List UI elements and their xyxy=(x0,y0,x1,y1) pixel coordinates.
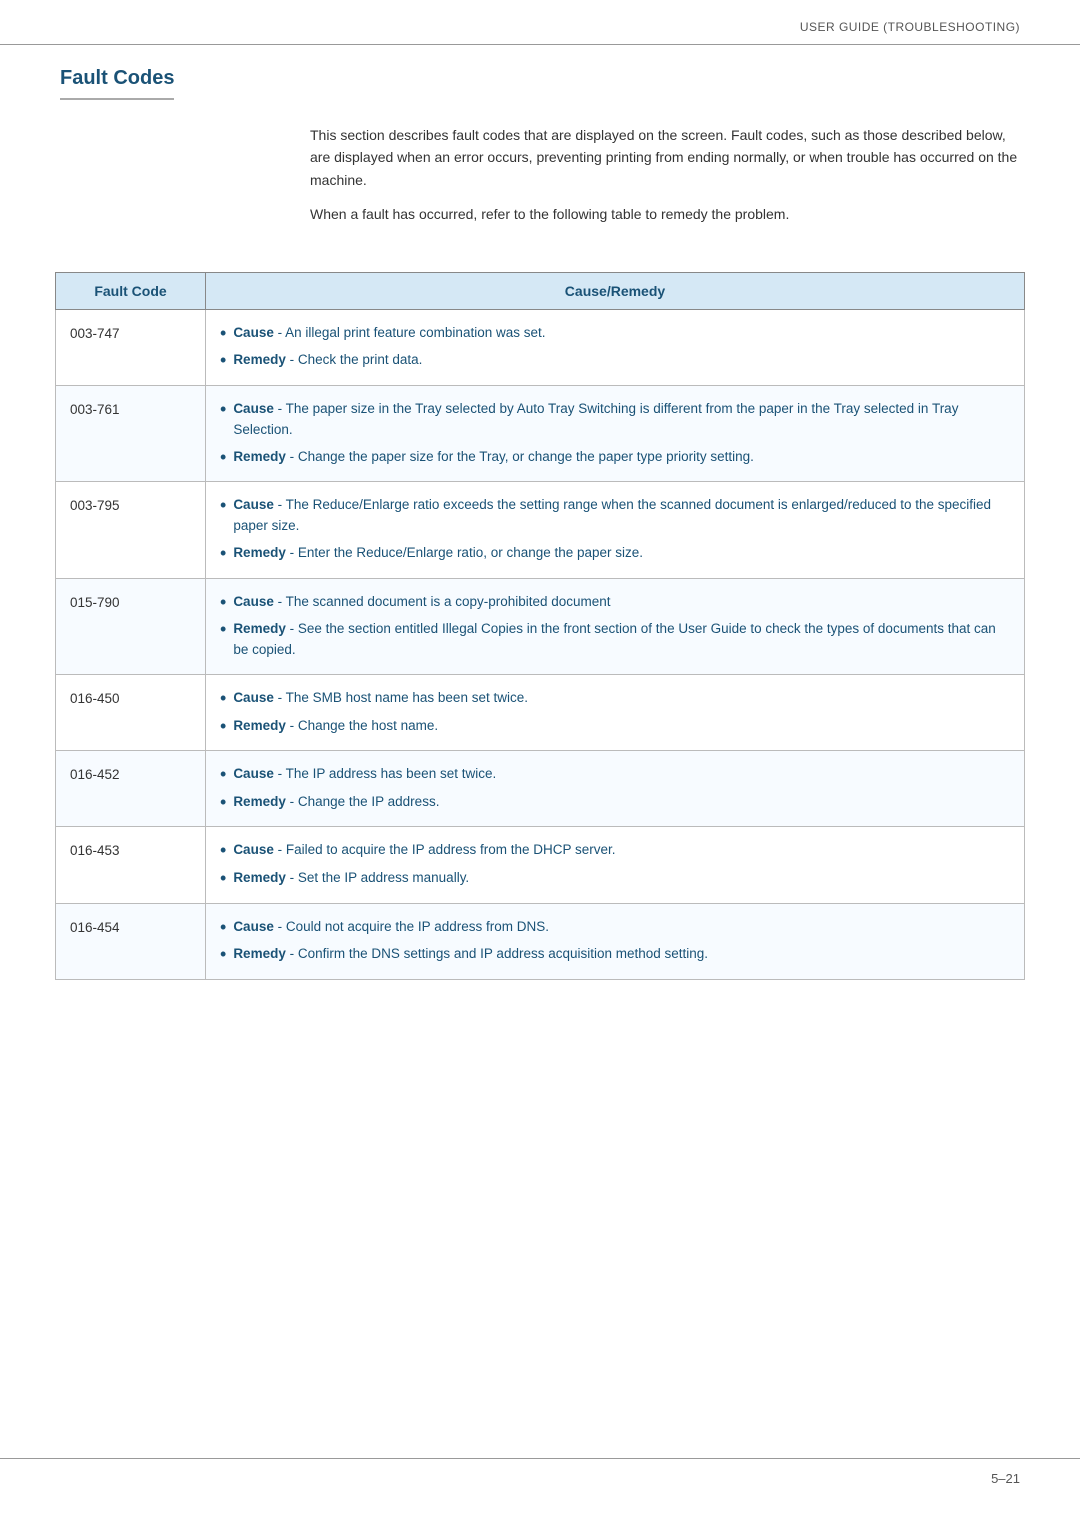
remedy-text: Remedy - Confirm the DNS settings and IP… xyxy=(233,944,708,965)
bullet-icon: • xyxy=(220,764,226,786)
bullet-icon: • xyxy=(220,447,226,469)
remedy-text: Remedy - Check the print data. xyxy=(233,350,422,371)
remedy-text: Remedy - Change the host name. xyxy=(233,716,438,737)
bullet-icon: • xyxy=(220,323,226,345)
list-item: • Cause - Could not acquire the IP addres… xyxy=(220,914,1010,942)
list-item: • Cause - An illegal print feature combin… xyxy=(220,320,1010,348)
list-item: • Remedy - Change the paper size for the … xyxy=(220,444,1010,472)
fault-code-cell: 016-454 xyxy=(56,903,206,979)
intro-para1: This section describes fault codes that … xyxy=(310,124,1020,191)
bullet-icon: • xyxy=(220,716,226,738)
cause-remedy-cell: • Cause - The scanned document is a copy-… xyxy=(206,578,1025,674)
page-footer: 5–21 xyxy=(0,1458,1080,1498)
bullet-list: • Cause - The scanned document is a copy-… xyxy=(220,589,1010,664)
list-item: • Remedy - Confirm the DNS settings and I… xyxy=(220,941,1010,969)
bullet-icon: • xyxy=(220,350,226,372)
fault-code-cell: 003-795 xyxy=(56,482,206,578)
bullet-list: • Cause - Failed to acquire the IP addres… xyxy=(220,837,1010,892)
fault-code-cell: 003-747 xyxy=(56,309,206,385)
bullet-icon: • xyxy=(220,868,226,890)
bullet-icon: • xyxy=(220,592,226,614)
col-fault-code-header: Fault Code xyxy=(56,272,206,309)
table-row: 016-453 • Cause - Failed to acquire the IP… xyxy=(56,827,1025,903)
cause-text: Cause - The IP address has been set twic… xyxy=(233,764,496,785)
fault-code-cell: 003-761 xyxy=(56,385,206,481)
list-item: • Cause - The Reduce/Enlarge ratio exceed… xyxy=(220,492,1010,540)
table-row: 016-454 • Cause - Could not acquire the IP… xyxy=(56,903,1025,979)
fault-code-cell: 015-790 xyxy=(56,578,206,674)
bullet-icon: • xyxy=(220,688,226,710)
header-title: User Guide (Troubleshooting) xyxy=(800,20,1020,34)
bullet-list: • Cause - The IP address has been set twi… xyxy=(220,761,1010,816)
intro-para2: When a fault has occurred, refer to the … xyxy=(310,203,1020,225)
cause-remedy-cell: • Cause - The SMB host name has been set … xyxy=(206,675,1025,751)
fault-codes-table: Fault Code Cause/Remedy 003-747 • Cause - … xyxy=(55,272,1025,980)
cause-remedy-cell: • Cause - The paper size in the Tray sele… xyxy=(206,385,1025,481)
col-cause-remedy-header: Cause/Remedy xyxy=(206,272,1025,309)
cause-text: Cause - The Reduce/Enlarge ratio exceeds… xyxy=(233,495,1010,537)
fault-code-cell: 016-453 xyxy=(56,827,206,903)
table-row: 016-450 • Cause - The SMB host name has be… xyxy=(56,675,1025,751)
fault-code-cell: 016-452 xyxy=(56,751,206,827)
cause-text: Cause - The SMB host name has been set t… xyxy=(233,688,528,709)
list-item: • Cause - The SMB host name has been set … xyxy=(220,685,1010,713)
cause-text: Cause - Could not acquire the IP address… xyxy=(233,917,549,938)
bullet-list: • Cause - Could not acquire the IP addres… xyxy=(220,914,1010,969)
remedy-text: Remedy - Change the paper size for the T… xyxy=(233,447,754,468)
section-title: Fault Codes xyxy=(60,67,174,100)
list-item: • Remedy - See the section entitled Illeg… xyxy=(220,616,1010,664)
bullet-icon: • xyxy=(220,495,226,517)
bullet-list: • Cause - An illegal print feature combin… xyxy=(220,320,1010,375)
bullet-list: • Cause - The Reduce/Enlarge ratio exceed… xyxy=(220,492,1010,567)
list-item: • Remedy - Change the host name. xyxy=(220,713,1010,741)
page-number: 5–21 xyxy=(991,1471,1020,1486)
list-item: • Remedy - Enter the Reduce/Enlarge ratio… xyxy=(220,540,1010,568)
remedy-text: Remedy - Set the IP address manually. xyxy=(233,868,469,889)
bullet-list: • Cause - The SMB host name has been set … xyxy=(220,685,1010,740)
section-title-bar: Fault Codes xyxy=(0,45,1080,100)
table-row: 003-761 • Cause - The paper size in the Tr… xyxy=(56,385,1025,481)
list-item: • Remedy - Check the print data. xyxy=(220,347,1010,375)
remedy-text: Remedy - Change the IP address. xyxy=(233,792,439,813)
remedy-text: Remedy - Enter the Reduce/Enlarge ratio,… xyxy=(233,543,643,564)
intro-area: This section describes fault codes that … xyxy=(0,100,1080,262)
list-item: • Cause - The paper size in the Tray sele… xyxy=(220,396,1010,444)
table-row: 003-747 • Cause - An illegal print feature… xyxy=(56,309,1025,385)
cause-remedy-cell: • Cause - The Reduce/Enlarge ratio exceed… xyxy=(206,482,1025,578)
bullet-icon: • xyxy=(220,944,226,966)
remedy-text: Remedy - See the section entitled Illega… xyxy=(233,619,1010,661)
list-item: • Remedy - Set the IP address manually. xyxy=(220,865,1010,893)
cause-remedy-cell: • Cause - An illegal print feature combin… xyxy=(206,309,1025,385)
table-row: 015-790 • Cause - The scanned document is … xyxy=(56,578,1025,674)
cause-remedy-cell: • Cause - Failed to acquire the IP addres… xyxy=(206,827,1025,903)
bullet-list: • Cause - The paper size in the Tray sele… xyxy=(220,396,1010,471)
bullet-icon: • xyxy=(220,399,226,421)
cause-text: Cause - Failed to acquire the IP address… xyxy=(233,840,615,861)
list-item: • Cause - Failed to acquire the IP addres… xyxy=(220,837,1010,865)
cause-text: Cause - An illegal print feature combina… xyxy=(233,323,545,344)
fault-code-cell: 016-450 xyxy=(56,675,206,751)
list-item: • Cause - The scanned document is a copy-… xyxy=(220,589,1010,617)
cause-text: Cause - The scanned document is a copy-p… xyxy=(233,592,610,613)
bullet-icon: • xyxy=(220,840,226,862)
table-row: 003-795 • Cause - The Reduce/Enlarge ratio… xyxy=(56,482,1025,578)
table-header-row: Fault Code Cause/Remedy xyxy=(56,272,1025,309)
page: User Guide (Troubleshooting) Fault Codes… xyxy=(0,0,1080,1528)
table-row: 016-452 • Cause - The IP address has been … xyxy=(56,751,1025,827)
bullet-icon: • xyxy=(220,792,226,814)
bullet-icon: • xyxy=(220,917,226,939)
page-header: User Guide (Troubleshooting) xyxy=(0,0,1080,45)
bullet-icon: • xyxy=(220,543,226,565)
cause-remedy-cell: • Cause - The IP address has been set twi… xyxy=(206,751,1025,827)
list-item: • Cause - The IP address has been set twi… xyxy=(220,761,1010,789)
bullet-icon: • xyxy=(220,619,226,641)
table-wrapper: Fault Code Cause/Remedy 003-747 • Cause - … xyxy=(0,262,1080,1010)
cause-remedy-cell: • Cause - Could not acquire the IP addres… xyxy=(206,903,1025,979)
cause-text: Cause - The paper size in the Tray selec… xyxy=(233,399,1010,441)
list-item: • Remedy - Change the IP address. xyxy=(220,789,1010,817)
